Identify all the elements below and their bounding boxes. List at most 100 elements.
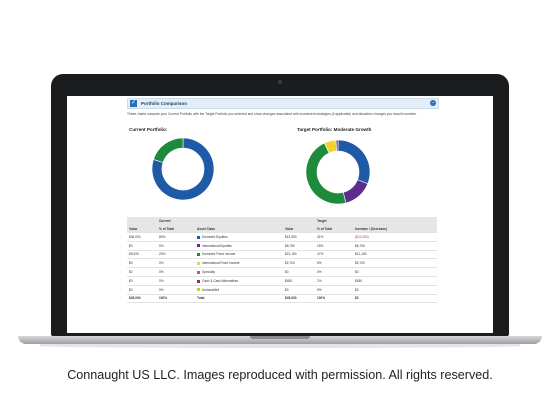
- cur-pct-cell: 80%: [157, 232, 195, 242]
- cur-value-cell: $0: [127, 276, 157, 286]
- asset-class-label: Cash & Cash Alternatives: [202, 278, 239, 283]
- tgt-pct-cell: 6%: [315, 258, 353, 269]
- tgt-value-cell: $21,150: [283, 250, 315, 260]
- total-cur-pct: 100%: [157, 294, 195, 304]
- cur-pct-cell: 0%: [157, 285, 195, 295]
- camera-icon: [278, 80, 282, 84]
- current-chart-title: Current Portfolio:: [129, 127, 168, 132]
- table-row: $0 0% International Fixed Income $2,700 6% $2…: [127, 258, 437, 269]
- total-cur-value: $45,000: [127, 294, 157, 304]
- allocation-table: Current Target Value % of Total Asset Cl…: [127, 217, 437, 304]
- tgt-value-cell: $2,700: [283, 258, 315, 269]
- target-portfolio-donut: [305, 139, 371, 205]
- group-header-row: Current Target: [127, 217, 437, 225]
- laptop-base: [18, 336, 542, 344]
- panel-description: These charts compare your Current Portfo…: [127, 112, 417, 116]
- column-header-row: Value % of Total Asset Class Value % of …: [127, 224, 437, 233]
- asset-class-label: Unclassified: [202, 287, 220, 292]
- asset-class-cell: Cash & Cash Alternatives: [195, 276, 283, 286]
- copyright-caption: Connaught US LLC. Images reproduced with…: [67, 368, 493, 382]
- donut-slice: [305, 142, 347, 205]
- cur-value-cell: $0: [127, 285, 157, 295]
- legend-swatch: [197, 261, 200, 265]
- app-screen: ✓ Portfolio Comparison – These charts co…: [67, 96, 493, 333]
- table-row: $0 0% International Equities $6,750 15% $6,75…: [127, 241, 437, 251]
- asset-class-cell: Unclassified: [195, 285, 283, 295]
- table-row: $0 0% Specialty $0 0% $0: [127, 267, 437, 277]
- tgt-pct-cell: 1%: [315, 276, 353, 286]
- cur-value-cell: $9,000: [127, 250, 157, 260]
- total-tgt-pct: 100%: [315, 294, 353, 304]
- asset-class-label: Specialty: [202, 270, 215, 275]
- cur-value-cell: $0: [127, 258, 157, 269]
- current-portfolio-donut: [151, 137, 215, 201]
- group-current: Current: [157, 217, 195, 225]
- donut-slice: [342, 179, 369, 204]
- group-target: Target: [315, 217, 353, 225]
- donut-slice: [337, 139, 371, 185]
- cur-pct-cell: 0%: [157, 258, 195, 269]
- table-row: $0 0% Cash & Cash Alternatives $450 1% $450: [127, 276, 437, 286]
- cur-pct-cell: 0%: [157, 267, 195, 277]
- total-label: Total: [195, 294, 283, 304]
- asset-class-label: Domestic Equities: [202, 234, 228, 239]
- asset-class-cell: Domestic Fixed Income: [195, 250, 283, 260]
- legend-swatch: [197, 270, 200, 274]
- asset-class-label: International Fixed Income: [202, 261, 240, 266]
- tgt-pct-cell: 31%: [315, 232, 353, 242]
- donut-slice: [335, 139, 339, 152]
- legend-swatch: [197, 288, 200, 292]
- asset-class-cell: Domestic Equities: [195, 232, 283, 242]
- tgt-pct-cell: 15%: [315, 241, 353, 251]
- col-header: Asset Class: [195, 224, 283, 233]
- change-cell: ($22,050): [353, 232, 437, 242]
- cur-pct-cell: 20%: [157, 250, 195, 260]
- change-cell: $12,150: [353, 250, 437, 260]
- minus-circle-icon[interactable]: –: [430, 100, 436, 106]
- laptop-frame: ✓ Portfolio Comparison – These charts co…: [51, 74, 509, 336]
- cur-value-cell: $0: [127, 241, 157, 251]
- total-row: $45,000 100% Total $45,000 100% $0: [127, 294, 437, 304]
- table-row: $0 0% Unclassified $0 0% $0: [127, 285, 437, 295]
- cur-value-cell: $36,000: [127, 232, 157, 242]
- tgt-value-cell: $6,750: [283, 241, 315, 251]
- change-cell: $6,750: [353, 241, 437, 251]
- tgt-pct-cell: 0%: [315, 285, 353, 295]
- total-tgt-value: $45,000: [283, 294, 315, 304]
- portfolio-comparison-header[interactable]: ✓ Portfolio Comparison –: [127, 98, 439, 109]
- col-header: % of Total: [157, 224, 195, 233]
- asset-class-cell: International Equities: [195, 241, 283, 251]
- panel-title: Portfolio Comparison: [141, 101, 187, 106]
- check-icon: ✓: [130, 100, 137, 107]
- cur-pct-cell: 0%: [157, 276, 195, 286]
- tgt-value-cell: $450: [283, 276, 315, 286]
- asset-class-cell: International Fixed Income: [195, 258, 283, 269]
- tgt-pct-cell: 0%: [315, 267, 353, 277]
- change-cell: $2,700: [353, 258, 437, 269]
- change-cell: $450: [353, 276, 437, 286]
- col-header: Value: [283, 224, 315, 233]
- change-cell: $0: [353, 267, 437, 277]
- tgt-value-cell: $0: [283, 285, 315, 295]
- target-chart-title: Target Portfolio: Moderate Growth: [297, 127, 372, 132]
- total-change: $0: [353, 294, 437, 304]
- col-header: Value: [127, 224, 157, 233]
- cur-value-cell: $0: [127, 267, 157, 277]
- tgt-value-cell: $0: [283, 267, 315, 277]
- tgt-value-cell: $13,950: [283, 232, 315, 242]
- table-row: $9,000 20% Domestic Fixed Income $21,150 47%…: [127, 250, 437, 260]
- legend-swatch: [197, 235, 200, 239]
- legend-swatch: [197, 244, 200, 248]
- legend-swatch: [197, 253, 200, 257]
- asset-class-label: International Equities: [202, 243, 232, 248]
- donut-slice: [153, 137, 184, 163]
- asset-class-cell: Specialty: [195, 267, 283, 277]
- col-header: Increase / (Decrease): [353, 224, 437, 233]
- col-header: % of Total: [315, 224, 353, 233]
- legend-swatch: [197, 279, 200, 283]
- tgt-pct-cell: 47%: [315, 250, 353, 260]
- asset-class-label: Domestic Fixed Income: [202, 252, 236, 257]
- change-cell: $0: [353, 285, 437, 295]
- table-row: $36,000 80% Domestic Equities $13,950 31% ($2…: [127, 232, 437, 242]
- cur-pct-cell: 0%: [157, 241, 195, 251]
